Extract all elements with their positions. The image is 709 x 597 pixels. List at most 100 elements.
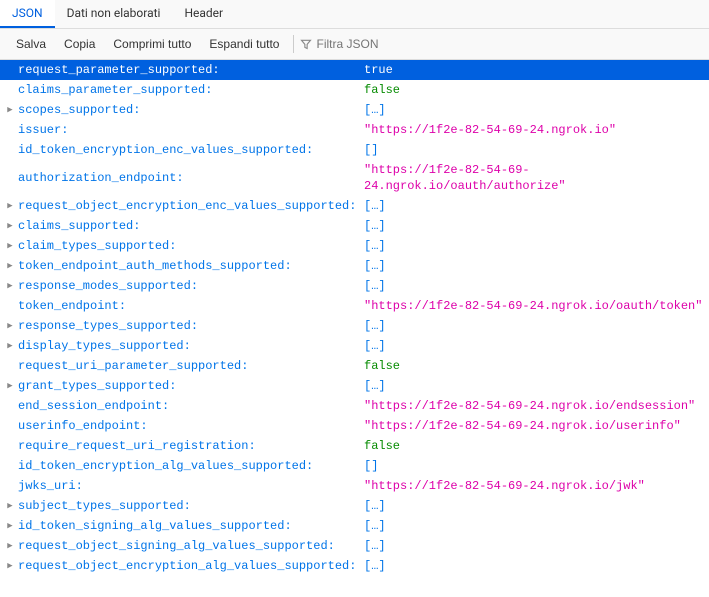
expand-toggle-icon[interactable]: ▶ [4, 378, 16, 394]
filter-wrap [300, 37, 701, 51]
json-value: […] [364, 319, 386, 333]
json-value: "https://1f2e-82-54-69-24.ngrok.io/useri… [364, 419, 681, 433]
json-key: request_object_signing_alg_values_suppor… [18, 538, 335, 554]
json-key: response_types_supported: [18, 318, 198, 334]
json-key: claims_parameter_supported: [18, 82, 212, 98]
collapse-all-button[interactable]: Comprimi tutto [105, 33, 199, 55]
json-row[interactable]: ▶request_uri_parameter_supported:false [0, 356, 709, 376]
json-key: userinfo_endpoint: [18, 418, 148, 434]
json-value: "https://1f2e-82-54-69-24.ngrok.io/jwk" [364, 479, 645, 493]
tab-raw[interactable]: Dati non elaborati [55, 0, 173, 28]
toolbar-divider [293, 35, 294, 53]
json-key: request_parameter_supported: [18, 62, 220, 78]
json-key: jwks_uri: [18, 478, 83, 494]
json-value: […] [364, 199, 386, 213]
json-value: "https://1f2e-82-54-69-24.ngrok.io/oauth… [364, 299, 702, 313]
json-value: […] [364, 239, 386, 253]
expand-toggle-icon[interactable]: ▶ [4, 258, 16, 274]
json-row[interactable]: ▶issuer:"https://1f2e-82-54-69-24.ngrok.… [0, 120, 709, 140]
json-key: end_session_endpoint: [18, 398, 169, 414]
expand-toggle-icon[interactable]: ▶ [4, 102, 16, 118]
json-row[interactable]: ▶claims_parameter_supported:false [0, 80, 709, 100]
json-value: […] [364, 539, 386, 553]
expand-toggle-icon[interactable]: ▶ [4, 318, 16, 334]
expand-toggle-icon[interactable]: ▶ [4, 518, 16, 534]
json-key: id_token_encryption_enc_values_supported… [18, 142, 313, 158]
tabs-bar: JSON Dati non elaborati Header [0, 0, 709, 29]
json-key: grant_types_supported: [18, 378, 176, 394]
json-row[interactable]: ▶jwks_uri:"https://1f2e-82-54-69-24.ngro… [0, 476, 709, 496]
json-row[interactable]: ▶scopes_supported: […] [0, 100, 709, 120]
expand-toggle-icon[interactable]: ▶ [4, 558, 16, 574]
json-key: request_uri_parameter_supported: [18, 358, 248, 374]
expand-toggle-icon[interactable]: ▶ [4, 498, 16, 514]
expand-toggle-icon[interactable]: ▶ [4, 238, 16, 254]
json-key: claim_types_supported: [18, 238, 176, 254]
json-value: false [364, 359, 400, 373]
json-value: […] [364, 339, 386, 353]
json-value: true [364, 63, 393, 77]
save-button[interactable]: Salva [8, 33, 54, 55]
json-row[interactable]: ▶userinfo_endpoint:"https://1f2e-82-54-6… [0, 416, 709, 436]
json-row[interactable]: ▶authorization_endpoint:"https://1f2e-82… [0, 160, 709, 196]
json-row[interactable]: ▶grant_types_supported: […] [0, 376, 709, 396]
json-row[interactable]: ▶end_session_endpoint:"https://1f2e-82-5… [0, 396, 709, 416]
tab-header[interactable]: Header [172, 0, 235, 28]
expand-toggle-icon[interactable]: ▶ [4, 218, 16, 234]
json-value: […] [364, 379, 386, 393]
json-key: claims_supported: [18, 218, 140, 234]
json-key: id_token_signing_alg_values_supported: [18, 518, 292, 534]
json-key: response_modes_supported: [18, 278, 198, 294]
json-row[interactable]: ▶claim_types_supported: […] [0, 236, 709, 256]
json-key: id_token_encryption_alg_values_supported… [18, 458, 313, 474]
funnel-icon [300, 38, 312, 50]
json-value: "https://1f2e-82-54-69-24.ngrok.io/oauth… [364, 163, 566, 193]
json-row[interactable]: ▶id_token_signing_alg_values_supported: [… [0, 516, 709, 536]
json-row[interactable]: ▶request_object_encryption_enc_values_su… [0, 196, 709, 216]
json-key: request_object_encryption_alg_values_sup… [18, 558, 356, 574]
json-row[interactable]: ▶id_token_encryption_enc_values_supporte… [0, 140, 709, 160]
json-row[interactable]: ▶display_types_supported: […] [0, 336, 709, 356]
json-row[interactable]: ▶token_endpoint_auth_methods_supported:[… [0, 256, 709, 276]
filter-input[interactable] [316, 37, 466, 51]
json-key: subject_types_supported: [18, 498, 191, 514]
json-value: […] [364, 519, 386, 533]
json-row[interactable]: ▶request_object_signing_alg_values_suppo… [0, 536, 709, 556]
json-row[interactable]: ▶request_object_encryption_alg_values_su… [0, 556, 709, 576]
json-row[interactable]: ▶subject_types_supported: […] [0, 496, 709, 516]
tab-json[interactable]: JSON [0, 0, 55, 28]
json-value: [] [364, 143, 378, 157]
json-key: scopes_supported: [18, 102, 140, 118]
json-row[interactable]: ▶token_endpoint:"https://1f2e-82-54-69-2… [0, 296, 709, 316]
json-tree: ▶request_parameter_supported:true▶claims… [0, 60, 709, 576]
expand-toggle-icon[interactable]: ▶ [4, 338, 16, 354]
json-row[interactable]: ▶claims_supported:[…] [0, 216, 709, 236]
json-row[interactable]: ▶response_modes_supported: […] [0, 276, 709, 296]
expand-toggle-icon[interactable]: ▶ [4, 278, 16, 294]
json-row[interactable]: ▶response_types_supported: […] [0, 316, 709, 336]
json-value: "https://1f2e-82-54-69-24.ngrok.io" [364, 123, 616, 137]
json-value: […] [364, 499, 386, 513]
json-value: [] [364, 459, 378, 473]
json-row[interactable]: ▶id_token_encryption_alg_values_supporte… [0, 456, 709, 476]
json-key: require_request_uri_registration: [18, 438, 256, 454]
json-value: […] [364, 559, 386, 573]
json-value: "https://1f2e-82-54-69-24.ngrok.io/endse… [364, 399, 695, 413]
json-value: […] [364, 103, 386, 117]
json-key: display_types_supported: [18, 338, 191, 354]
expand-all-button[interactable]: Espandi tutto [201, 33, 287, 55]
json-value: false [364, 83, 400, 97]
json-row[interactable]: ▶require_request_uri_registration:false [0, 436, 709, 456]
json-row[interactable]: ▶request_parameter_supported:true [0, 60, 709, 80]
json-key: request_object_encryption_enc_values_sup… [18, 198, 356, 214]
json-value: […] [364, 259, 386, 273]
copy-button[interactable]: Copia [56, 33, 103, 55]
expand-toggle-icon[interactable]: ▶ [4, 538, 16, 554]
json-value: […] [364, 279, 386, 293]
expand-toggle-icon[interactable]: ▶ [4, 198, 16, 214]
json-value: false [364, 439, 400, 453]
json-key: authorization_endpoint: [18, 170, 184, 186]
toolbar: Salva Copia Comprimi tutto Espandi tutto [0, 29, 709, 60]
json-key: token_endpoint: [18, 298, 126, 314]
json-key: issuer: [18, 122, 68, 138]
